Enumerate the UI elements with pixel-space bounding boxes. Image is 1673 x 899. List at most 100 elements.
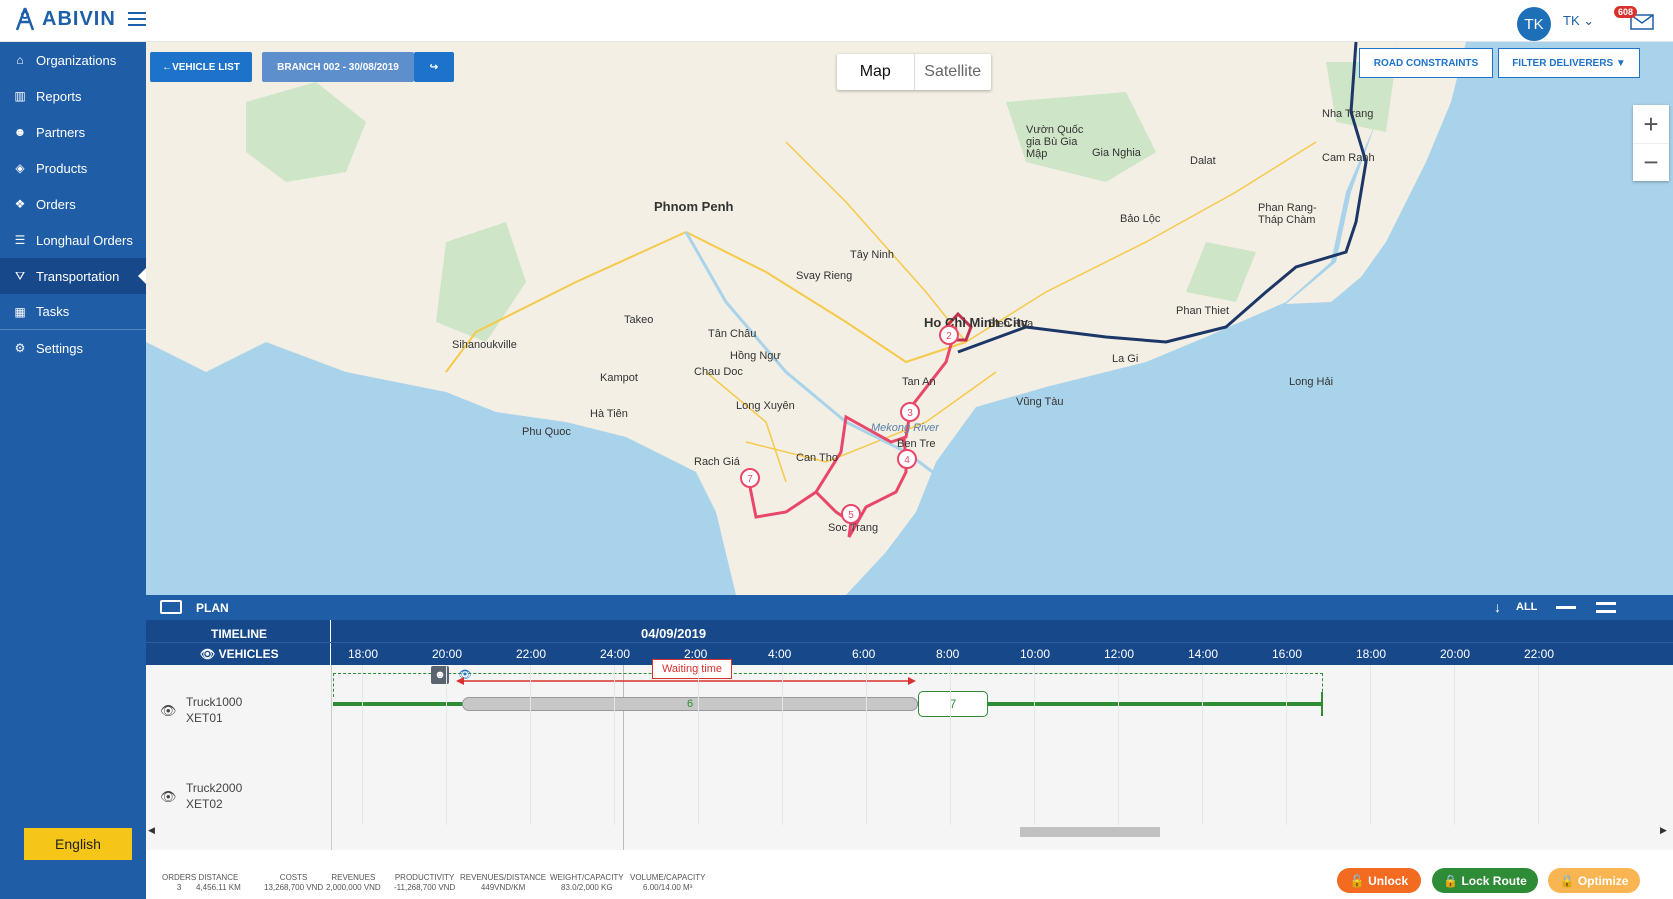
timeline-tick: 16:00 [1272, 647, 1303, 661]
stat-label: DISTANCE [198, 873, 239, 882]
sidebar-item-partners[interactable]: ☻ Partners [0, 114, 146, 150]
vehicle-name: Truck1000 [186, 695, 243, 709]
download-icon[interactable]: ↓ [1494, 599, 1501, 615]
plan-title: PLAN [196, 601, 229, 615]
stat-label: WEIGHT/CAPACITY [550, 873, 624, 882]
filter-deliverers-label: FILTER DELIVERERS [1512, 57, 1614, 69]
grid-line [530, 665, 531, 825]
logo-icon [15, 7, 35, 31]
sidebar-item-products[interactable]: ◈ Products [0, 150, 146, 186]
sidebar-item-label: Orders [36, 196, 76, 212]
sidebar-item-organizations[interactable]: ⌂ Organizations [0, 42, 146, 78]
vehicles-header[interactable]: 👁 VEHICLES [200, 647, 279, 661]
zoom-in-button[interactable]: + [1633, 105, 1669, 143]
sidebar-item-label: Partners [36, 124, 86, 140]
sidebar-item-transportation[interactable]: ⛛ Transportation [0, 258, 146, 294]
stop-marker-5[interactable]: 5 [841, 504, 861, 524]
sidebar-item-longhaul-orders[interactable]: ☰ Longhaul Orders [0, 222, 146, 258]
scrollbar-thumb[interactable] [1020, 827, 1160, 837]
vehicle-name: Truck2000 [186, 781, 243, 795]
grid-line [1538, 665, 1539, 825]
timeline-tick: 18:00 [1356, 647, 1387, 661]
sidebar-item-reports[interactable]: ▥ Reports [0, 78, 146, 114]
timeline-tick: 10:00 [1020, 647, 1051, 661]
svg-text:4: 4 [904, 455, 910, 466]
scroll-right-icon[interactable]: ▶ [1660, 825, 1667, 836]
timeline-tick: 22:00 [1524, 647, 1555, 661]
stop-marker-4[interactable]: 4 [897, 449, 917, 469]
menu-toggle-icon[interactable] [128, 12, 146, 26]
stat-value: 3 [176, 883, 182, 892]
abivin-logo[interactable]: ABIVIN [14, 6, 116, 32]
sidebar-item-label: Settings [36, 340, 83, 356]
stat-label: ORDERS [162, 873, 197, 882]
user-menu[interactable]: TK ⌄ [1563, 13, 1594, 29]
waiting-time-arrow [456, 677, 916, 685]
svg-text:7: 7 [747, 474, 753, 485]
vehicle-code: XET01 [186, 711, 223, 725]
filter-deliverers-button[interactable]: FILTER DELIVERERS ▼ [1498, 48, 1640, 78]
gantt-area: 👁 Truck1000 XET01 👁 Truck2000 XET02 ☻ 👁 … [146, 659, 1673, 850]
notification-badge: 608 [1614, 6, 1638, 18]
timeline-tick: 14:00 [1188, 647, 1219, 661]
boxes-icon: ❖ [14, 197, 26, 211]
expand-view-icon[interactable] [1596, 602, 1616, 613]
branch-selector[interactable]: BRANCH 002 - 30/08/2019 [262, 52, 414, 82]
vehicle-code: XET02 [186, 797, 223, 811]
unlock-label: Unlock [1368, 873, 1409, 888]
collapse-view-icon[interactable] [1556, 606, 1576, 609]
lock-route-button[interactable]: 🔒 Lock Route [1432, 868, 1538, 893]
timeline-tick: 8:00 [936, 647, 960, 661]
map-toggle-button[interactable]: Map [837, 54, 914, 90]
zoom-out-button[interactable]: − [1633, 143, 1669, 181]
stat-item: REVENUES 2,000,000 VND [326, 873, 381, 893]
sidebar-item-label: Tasks [36, 304, 70, 319]
stat-item: DISTANCE 4,456.11 KM [196, 873, 241, 893]
lock-open-icon: 🔓 [1349, 873, 1365, 888]
stop-segment-7[interactable]: 7 [918, 691, 988, 717]
sidebar-item-label: Transportation [36, 268, 120, 284]
share-icon[interactable]: ↪ [414, 52, 454, 82]
vehicle-row[interactable]: 👁 Truck1000 XET01 [146, 695, 340, 735]
eye-icon[interactable]: 👁 [160, 789, 177, 805]
stat-item: ORDERS 3 [162, 873, 196, 893]
filter-icon: ▼ [1615, 57, 1626, 69]
unlock-button[interactable]: 🔓 Unlock [1337, 868, 1421, 893]
grid-line [614, 665, 615, 825]
road-constraints-button[interactable]: ROAD CONSTRAINTS [1359, 48, 1493, 78]
stat-label: REVENUES/DISTANCE [460, 873, 547, 882]
timeline-label: TIMELINE [211, 627, 267, 641]
optimize-label: Optimize [1577, 873, 1629, 888]
horizontal-scrollbar[interactable]: ◀ ▶ [146, 825, 1673, 839]
satellite-toggle-button[interactable]: Satellite [913, 54, 992, 90]
road-icon: ⛛ [14, 268, 26, 283]
stat-value: 449VND/KM [480, 883, 526, 892]
stat-item: REVENUES/DISTANCE 449VND/KM [460, 873, 546, 893]
timeline-tick: 12:00 [1104, 647, 1135, 661]
sidebar-item-settings[interactable]: ⚙ Settings [0, 330, 146, 366]
grid-line [1370, 665, 1371, 825]
stat-item: COSTS 13,268,700 VND [264, 873, 323, 893]
user-avatar[interactable]: TK [1517, 7, 1551, 41]
vehicle-list-label: VEHICLE LIST [172, 61, 240, 73]
sidebar-item-label: Organizations [36, 52, 117, 68]
timeline-date: 04/09/2019 [641, 626, 707, 641]
user-name: TK [1563, 13, 1580, 28]
language-button[interactable]: English [24, 828, 132, 860]
view-all-button[interactable]: ALL [1516, 601, 1537, 613]
grid-line [1118, 665, 1119, 825]
stop-marker-2[interactable]: 2 [939, 325, 959, 345]
stop-marker-7[interactable]: 7 [740, 468, 760, 488]
eye-icon[interactable]: 👁 [160, 703, 177, 719]
sidebar-item-orders[interactable]: ❖ Orders [0, 186, 146, 222]
grid-line [1202, 665, 1203, 825]
home-icon: ⌂ [16, 53, 24, 67]
stop-marker-3[interactable]: 3 [900, 402, 920, 422]
vehicle-row[interactable]: 👁 Truck2000 XET02 [146, 781, 340, 821]
optimize-button[interactable]: 🔒 Optimize [1548, 868, 1640, 893]
sidebar-item-tasks[interactable]: ▦ Tasks [0, 294, 146, 330]
stat-item: PRODUCTIVITY -11,268,700 VND [394, 873, 455, 893]
vehicle-list-button[interactable]: ← VEHICLE LIST [150, 52, 252, 82]
scroll-left-icon[interactable]: ◀ [148, 825, 155, 836]
panel-toggle-icon[interactable] [160, 600, 182, 614]
